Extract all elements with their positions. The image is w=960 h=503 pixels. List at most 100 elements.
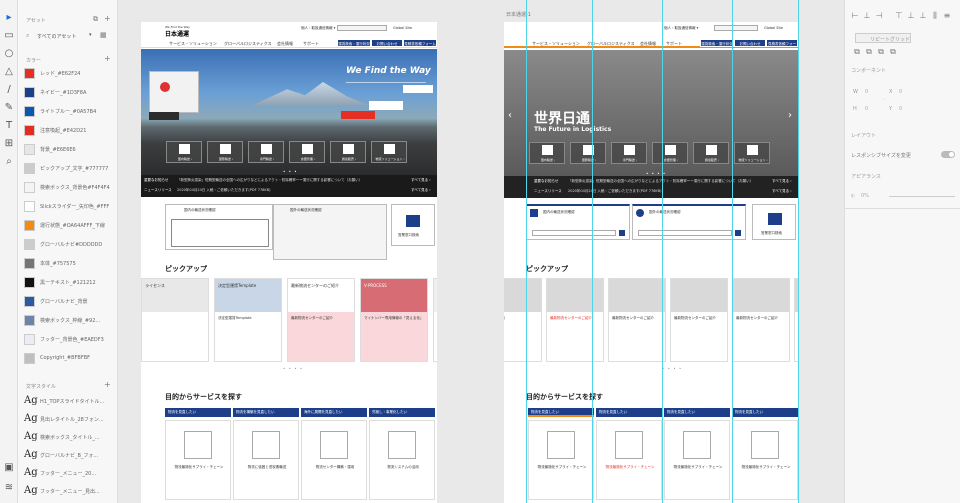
search-box-international[interactable]: 国外の輸送状況確認 bbox=[632, 204, 746, 240]
hero-service-tile[interactable]: 国内輸送 › bbox=[529, 142, 565, 164]
hero-service-tile[interactable]: 国際輸送 › bbox=[570, 142, 606, 164]
purpose-tab[interactable]: 究極し・事業化したい bbox=[369, 408, 435, 417]
boolean-exclude-icon[interactable]: ⧉ bbox=[889, 48, 897, 56]
nav-global-logistics[interactable]: グローバルロジスティクス bbox=[587, 41, 635, 47]
purpose-tab[interactable]: 物流を見直したい bbox=[596, 408, 662, 417]
top-link-personal[interactable]: 個人・取扱通信情報 ▾ bbox=[664, 26, 698, 31]
header-search-input[interactable] bbox=[714, 25, 758, 31]
y-input[interactable]: 0 bbox=[899, 106, 902, 112]
artboard-copy[interactable]: 個人・取扱通信情報 ▾ Global Site サービス・ソリューション グロー… bbox=[504, 22, 798, 503]
pickup-card[interactable]: 最新物流センターのご紹介 bbox=[670, 278, 728, 362]
align-top-icon[interactable]: ⊤ bbox=[895, 12, 903, 20]
purpose-tab[interactable]: 物流を見直したい bbox=[664, 408, 730, 417]
color-swatch-row[interactable]: ピックアップ_文字_#777777 bbox=[24, 163, 114, 175]
color-swatch-row[interactable]: レッド_#E62F24 bbox=[24, 68, 114, 80]
h-input[interactable]: 0 bbox=[865, 106, 868, 112]
color-swatch-row[interactable]: 運行状態_#OA64AFFF_下線 bbox=[24, 220, 114, 232]
color-swatch-row[interactable]: 本体_#757575 bbox=[24, 258, 114, 270]
align-left-icon[interactable]: ⊢ bbox=[851, 12, 859, 20]
purpose-card[interactable]: 物流に強固と低炭素輸送 bbox=[233, 420, 299, 500]
btn-contact[interactable]: お問い合わせ bbox=[734, 39, 766, 47]
color-swatch-row[interactable]: 黒ーテキスト_#121212 bbox=[24, 277, 114, 289]
news2-text[interactable]: 2020年04月24日 入稿・ご依頼いただきます(PDF 776KB) bbox=[568, 189, 661, 194]
opacity-slider[interactable] bbox=[889, 196, 955, 197]
pickup-card[interactable]: 決定型運賃Template 決定型運賃Template bbox=[214, 278, 282, 362]
hero-service-tile[interactable]: 調達販売 › bbox=[693, 142, 729, 164]
color-swatch[interactable] bbox=[24, 182, 35, 193]
rectangle-tool-icon[interactable]: ▭ bbox=[3, 30, 15, 42]
boolean-intersect-icon[interactable]: ⧉ bbox=[877, 48, 885, 56]
boolean-subtract-icon[interactable]: ⧉ bbox=[865, 48, 873, 56]
pickup-card[interactable]: ライセンス bbox=[504, 278, 542, 362]
purpose-card[interactable]: 物流最適化サプライ・チェーン bbox=[528, 420, 594, 500]
hero-service-tile[interactable]: 専門輸送 › bbox=[611, 142, 647, 164]
x-input[interactable]: 0 bbox=[899, 89, 902, 95]
search-box-international[interactable]: 国外の輸送状況確認 bbox=[273, 204, 387, 260]
color-swatch-row[interactable]: 注意喚起_#E42D21 bbox=[24, 125, 114, 137]
pickup-card[interactable]: Tokyo C-BOX bbox=[433, 278, 437, 362]
color-swatch[interactable] bbox=[24, 258, 35, 269]
purpose-tab[interactable]: 物流を見直したい bbox=[732, 408, 798, 417]
nav-services[interactable]: サービス・ソリューション bbox=[532, 41, 580, 47]
color-swatch[interactable] bbox=[24, 239, 35, 250]
search-box-international-input[interactable] bbox=[638, 230, 732, 236]
color-swatch[interactable] bbox=[24, 68, 35, 79]
color-swatch[interactable] bbox=[24, 87, 35, 98]
hero-service-tile[interactable]: 調達販売 › bbox=[330, 141, 366, 163]
color-swatch[interactable] bbox=[24, 163, 35, 174]
color-swatch[interactable] bbox=[24, 125, 35, 136]
char-style-row[interactable]: Ag 見出レタイトル_28フォン... bbox=[24, 412, 114, 427]
top-link-personal[interactable]: 個人・取扱通信情報 ▾ bbox=[301, 26, 335, 31]
news2-more-link[interactable]: すべて見る › bbox=[411, 188, 431, 193]
pickup-card[interactable]: 最新物流センターのご紹介 最新物流センターのご紹介 bbox=[287, 278, 355, 362]
search-box-domestic[interactable]: 国内の輸送状況確認 bbox=[526, 204, 630, 240]
text-tool-icon[interactable]: T bbox=[3, 120, 15, 132]
color-swatch[interactable] bbox=[24, 220, 35, 231]
hero-service-tile[interactable]: 倉庫管理 › bbox=[652, 142, 688, 164]
pickup-dots[interactable]: • • • • bbox=[662, 366, 682, 371]
search-box-domestic-input[interactable] bbox=[532, 230, 616, 236]
pickup-card[interactable]: 最新物流センターのご紹介 bbox=[546, 278, 604, 362]
select-tool-icon[interactable]: ▸ bbox=[3, 12, 15, 24]
color-swatch-row[interactable]: グローバルナビ#DDDDDD bbox=[24, 239, 114, 251]
nav-support[interactable]: サポート bbox=[666, 41, 682, 47]
zoom-tool-icon[interactable]: ⌕ bbox=[3, 156, 15, 168]
align-middle-icon[interactable]: ⊥ bbox=[907, 12, 915, 20]
purpose-tab[interactable]: 物流を見直したい bbox=[528, 408, 594, 417]
btn-quote[interactable]: 見積書依頼フォーム bbox=[403, 39, 437, 47]
purpose-card[interactable]: 物流最適化サプライ・チェーン bbox=[165, 420, 231, 500]
ellipse-tool-icon[interactable]: ○ bbox=[3, 48, 15, 60]
top-link-global[interactable]: Global Site bbox=[764, 26, 783, 30]
color-swatch-row[interactable]: グローバルナビ_背景 bbox=[24, 296, 114, 308]
artboard-title[interactable]: 日本通運-1 bbox=[506, 11, 531, 18]
color-swatch-row[interactable]: 検索ボックス_枠線_#92... bbox=[24, 315, 114, 327]
hero-next-icon[interactable]: › bbox=[788, 110, 792, 121]
slider-dots[interactable]: • • • • bbox=[283, 169, 303, 175]
artboard-tool-icon[interactable]: ⊞ bbox=[3, 138, 15, 150]
purpose-card[interactable]: 物流最適化サプライ・チェーン bbox=[596, 420, 662, 500]
char-style-row[interactable]: Ag フッター_メニュー_20... bbox=[24, 466, 114, 481]
search-box-domestic[interactable]: 国内の輸送状況確認 bbox=[165, 204, 273, 250]
news-text[interactable]: 「新型肺炎感染」短期型輸送の全国への広がりなどによるアクト・防除確率ーー運行に関… bbox=[177, 178, 407, 183]
btn-quote[interactable]: 見積書依頼フォーム bbox=[766, 39, 798, 54]
color-swatch[interactable] bbox=[24, 315, 35, 326]
search-box-domestic-form[interactable] bbox=[171, 219, 269, 247]
pickup-card[interactable]: 最新物流センターのご紹介 bbox=[608, 278, 666, 362]
design-canvas[interactable]: We Find the Way 日本通運 個人・取扱通信情報 ▾ Global … bbox=[118, 0, 844, 503]
hero-service-tile[interactable]: 専門輸送 › bbox=[248, 141, 284, 163]
news-more-link[interactable]: すべて見る › bbox=[772, 179, 792, 184]
color-swatch[interactable] bbox=[24, 106, 35, 117]
asset-filter[interactable]: ⌕ すべてのアセット ▾ ▦ bbox=[26, 31, 110, 41]
color-swatch-row[interactable]: ネイビー_#1D3F8A bbox=[24, 87, 114, 99]
search-box-office[interactable]: 営業窓口検索 bbox=[391, 204, 435, 246]
hero-cta-button[interactable] bbox=[341, 111, 375, 119]
hero-service-tile[interactable]: 物流ソリューション › bbox=[734, 142, 770, 164]
purpose-tab[interactable]: 物流を見直したい bbox=[165, 408, 231, 417]
color-swatch[interactable] bbox=[24, 334, 35, 345]
purpose-card[interactable]: 物流システムの活用 bbox=[369, 420, 435, 500]
color-swatch[interactable] bbox=[24, 296, 35, 307]
hero-service-tile[interactable]: 物流ソリューション › bbox=[371, 141, 407, 163]
color-swatch-row[interactable]: Slickスライダー_矢印色_#FFF bbox=[24, 201, 114, 213]
align-right-icon[interactable]: ⊣ bbox=[875, 12, 883, 20]
add-asset-icon[interactable]: + bbox=[104, 14, 111, 23]
